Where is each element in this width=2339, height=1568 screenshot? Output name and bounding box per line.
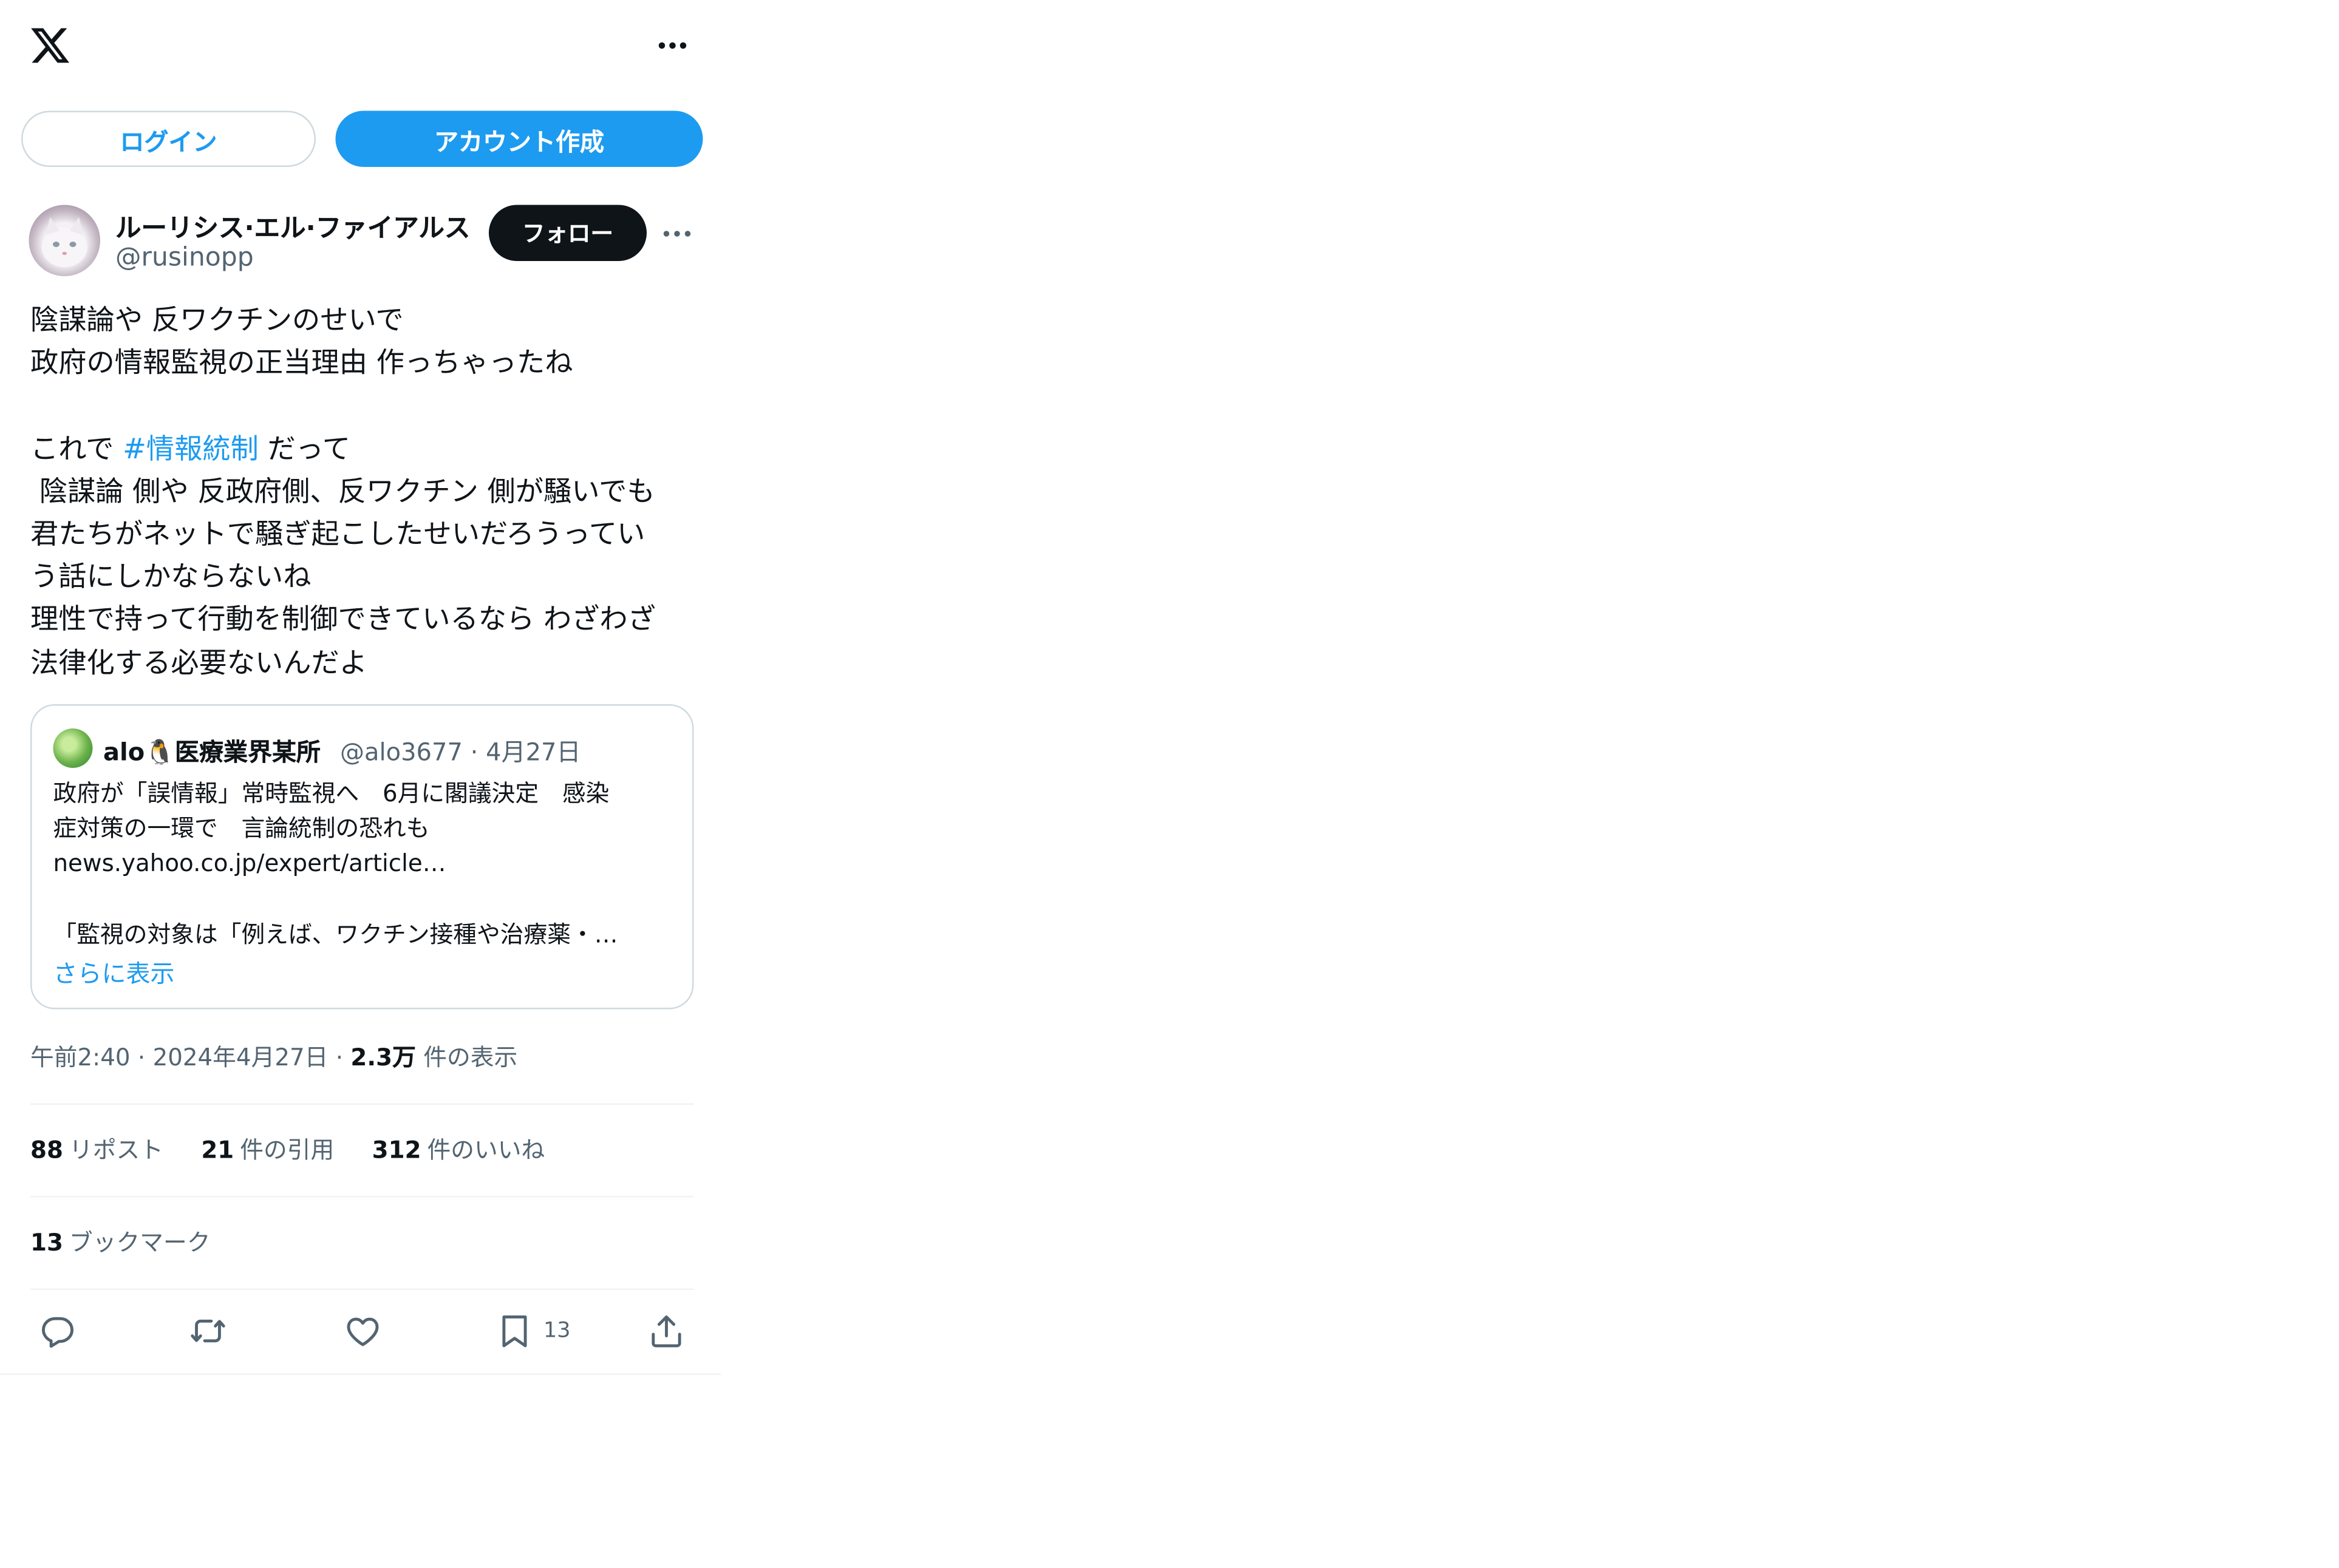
post-text-line: 陰謀論や 反ワクチンのせいで	[30, 305, 404, 338]
post-text-line: 陰謀論 側や 反政府側、反ワクチン 側が騒いでも	[30, 476, 655, 508]
heart-icon	[347, 1317, 379, 1346]
divider	[30, 1288, 694, 1290]
repost-button[interactable]	[188, 1311, 228, 1351]
quoted-link-text: news.yahoo.co.jp/expert/article…	[53, 850, 446, 878]
bookmark-count: 13	[30, 1229, 63, 1257]
hashtag-link[interactable]: #情報統制	[123, 433, 259, 466]
post-bottom-border	[0, 1373, 721, 1375]
divider	[30, 1196, 694, 1198]
post-text-line: う話にしかならないね	[30, 562, 312, 594]
quoted-meta: @alo3677 · 4月27日	[340, 731, 580, 768]
quoted-text-line: 政府が「誤情報」常時監視へ 6月に閣議決定 感染	[53, 780, 610, 807]
post-text-segment: だって	[258, 433, 351, 466]
login-button[interactable]: ログイン	[21, 110, 316, 167]
quoted-post-card[interactable]: alo🐧医療業界某所 @alo3677 · 4月27日 政府が「誤情報」常時監視…	[30, 704, 694, 1010]
repost-icon	[191, 1319, 225, 1343]
post-date[interactable]: 2024年4月27日	[153, 1044, 329, 1071]
likes-stat[interactable]: 312 件のいいね	[372, 1137, 545, 1164]
post-text-line: これで #情報統制 だって	[30, 429, 698, 471]
post-time[interactable]: 午前2:40	[30, 1044, 131, 1071]
post-text-line: 政府の情報監視の正当理由 作っちゃったね	[30, 347, 573, 380]
x-logo-icon[interactable]	[29, 24, 72, 67]
top-bar	[0, 0, 721, 94]
like-count-label: 件のいいね	[427, 1136, 545, 1164]
quoted-text-line: 「監視の対象は「例えば、ワクチン接種や治療薬・…	[53, 920, 618, 948]
follow-button[interactable]: フォロー	[489, 205, 647, 261]
quote-count-label: 件の引用	[240, 1136, 335, 1164]
quoted-date: 4月27日	[486, 738, 581, 767]
meta-separator: ·	[335, 1044, 344, 1071]
share-button[interactable]	[647, 1311, 686, 1351]
like-button[interactable]	[343, 1311, 383, 1351]
page: ログイン アカウント作成 ルーリシス·エル·ファイアルス @rusinopp フ…	[0, 0, 2339, 1568]
quoted-handle: @alo3677	[340, 738, 463, 767]
user-handle[interactable]: @rusinopp	[115, 243, 254, 273]
bookmark-icon	[502, 1315, 527, 1348]
engagement-stats: 88 リポスト 21 件の引用 312 件のいいね	[30, 1132, 575, 1166]
post-column: ログイン アカウント作成 ルーリシス·エル·ファイアルス @rusinopp フ…	[0, 0, 721, 1375]
more-horizontal-icon[interactable]	[653, 27, 692, 64]
post-text-line: 理性で持って行動を制御できているなら わざわざ	[30, 604, 656, 637]
post-text-line: 君たちがネットで騒ぎ起こしたせいだろうってい	[30, 518, 645, 551]
meta-separator: ·	[470, 738, 478, 767]
like-count: 312	[372, 1136, 421, 1164]
reposts-stat[interactable]: 88 リポスト	[30, 1137, 163, 1164]
post-timestamp: 午前2:40 · 2024年4月27日 · 2.3万 件の表示	[30, 1040, 517, 1073]
bookmark-action-count: 13	[543, 1319, 571, 1343]
avatar[interactable]	[29, 205, 100, 276]
quoted-avatar	[53, 728, 93, 768]
quoted-text: 政府が「誤情報」常時監視へ 6月に閣議決定 感染 症対策の一環で 言論統制の恐れ…	[53, 777, 676, 953]
post-text-line: 法律化する必要ないんだよ	[30, 647, 368, 679]
quoted-text-line: 症対策の一環で 言論統制の恐れも	[53, 815, 430, 843]
divider	[30, 1103, 694, 1105]
post-text-segment: これで	[30, 433, 123, 466]
create-account-button[interactable]: アカウント作成	[335, 110, 703, 167]
quoted-display-name: alo🐧医療業界某所	[103, 738, 321, 767]
repost-count: 88	[30, 1136, 63, 1164]
view-count-label: 件の表示	[423, 1044, 518, 1071]
bookmark-button[interactable]: 13	[495, 1311, 571, 1351]
view-count: 2.3万	[350, 1044, 416, 1071]
quotes-stat[interactable]: 21 件の引用	[201, 1137, 334, 1164]
quote-count: 21	[201, 1136, 234, 1164]
post-more-icon[interactable]	[659, 217, 695, 251]
bookmark-count-label: ブックマーク	[69, 1229, 211, 1257]
meta-separator: ·	[137, 1044, 146, 1071]
post-body: 陰謀論や 反ワクチンのせいで 政府の情報監視の正当理由 作っちゃったね これで …	[30, 300, 698, 685]
display-name[interactable]: ルーリシス·エル·ファイアルス	[115, 206, 477, 243]
share-icon	[652, 1315, 681, 1348]
repost-count-label: リポスト	[69, 1136, 163, 1164]
reply-icon	[42, 1317, 73, 1348]
reply-button[interactable]	[38, 1311, 78, 1351]
show-more-link[interactable]: さらに表示	[53, 953, 175, 989]
bookmarks-stat[interactable]: 13 ブックマーク	[30, 1225, 210, 1258]
